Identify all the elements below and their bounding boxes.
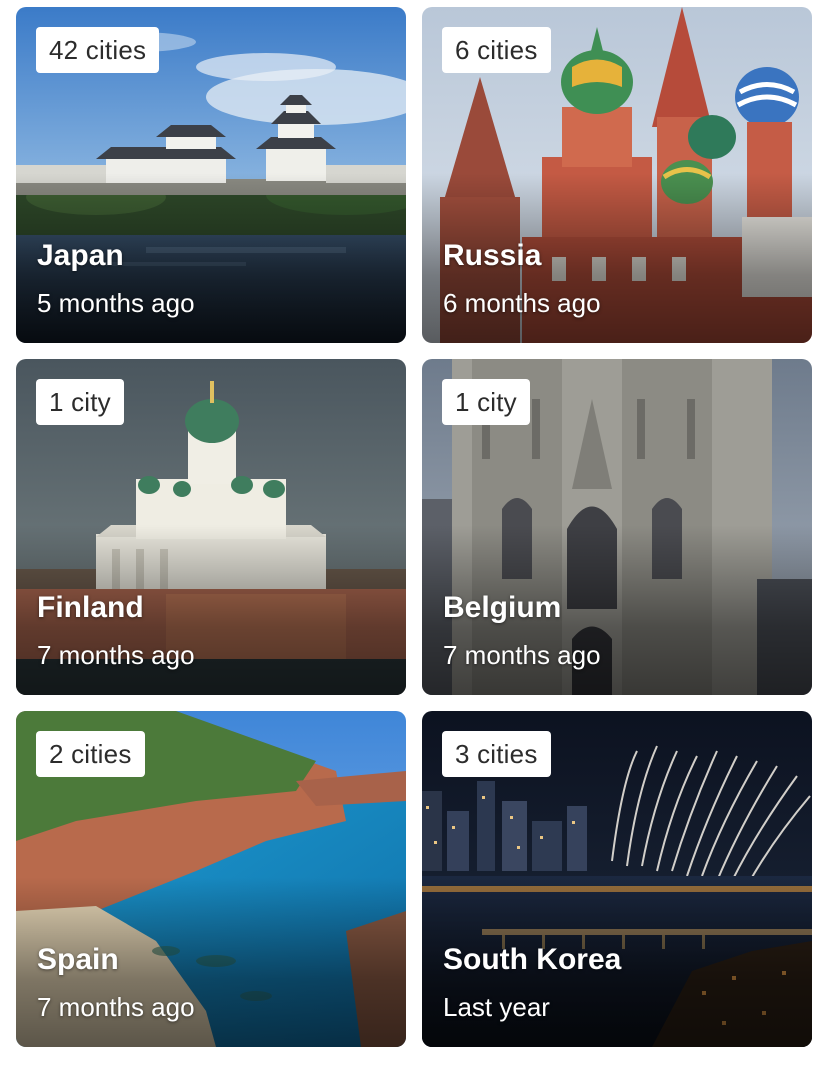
last-visit-time: 7 months ago — [37, 640, 195, 670]
last-visit-time: 6 months ago — [443, 288, 601, 318]
city-count-badge: 42 cities — [36, 27, 160, 73]
country-card-belgium[interactable]: 1 city Belgium 7 months ago — [422, 359, 812, 695]
country-card-finland[interactable]: 1 city Finland 7 months ago — [16, 359, 406, 695]
last-visit-time: 7 months ago — [37, 992, 195, 1022]
last-visit-time: 7 months ago — [443, 640, 601, 670]
city-count-badge: 1 city — [36, 379, 124, 425]
country-name: Spain — [37, 943, 119, 976]
country-name: Russia — [443, 239, 542, 272]
country-grid: 42 cities Japan 5 months ago 6 cities Ru… — [0, 0, 827, 1068]
last-visit-time: Last year — [443, 992, 550, 1022]
country-name: Finland — [37, 591, 144, 624]
country-name: Belgium — [443, 591, 562, 624]
city-count-badge: 3 cities — [442, 731, 551, 777]
country-name: South Korea — [443, 943, 622, 976]
country-card-russia[interactable]: 6 cities Russia 6 months ago — [422, 7, 812, 343]
country-name: Japan — [37, 239, 124, 272]
city-count-badge: 6 cities — [442, 27, 551, 73]
country-card-japan[interactable]: 42 cities Japan 5 months ago — [16, 7, 406, 343]
city-count-badge: 1 city — [442, 379, 530, 425]
country-card-south-korea[interactable]: 3 cities South Korea Last year — [422, 711, 812, 1047]
city-count-badge: 2 cities — [36, 731, 145, 777]
last-visit-time: 5 months ago — [37, 288, 195, 318]
country-card-spain[interactable]: 2 cities Spain 7 months ago — [16, 711, 406, 1047]
